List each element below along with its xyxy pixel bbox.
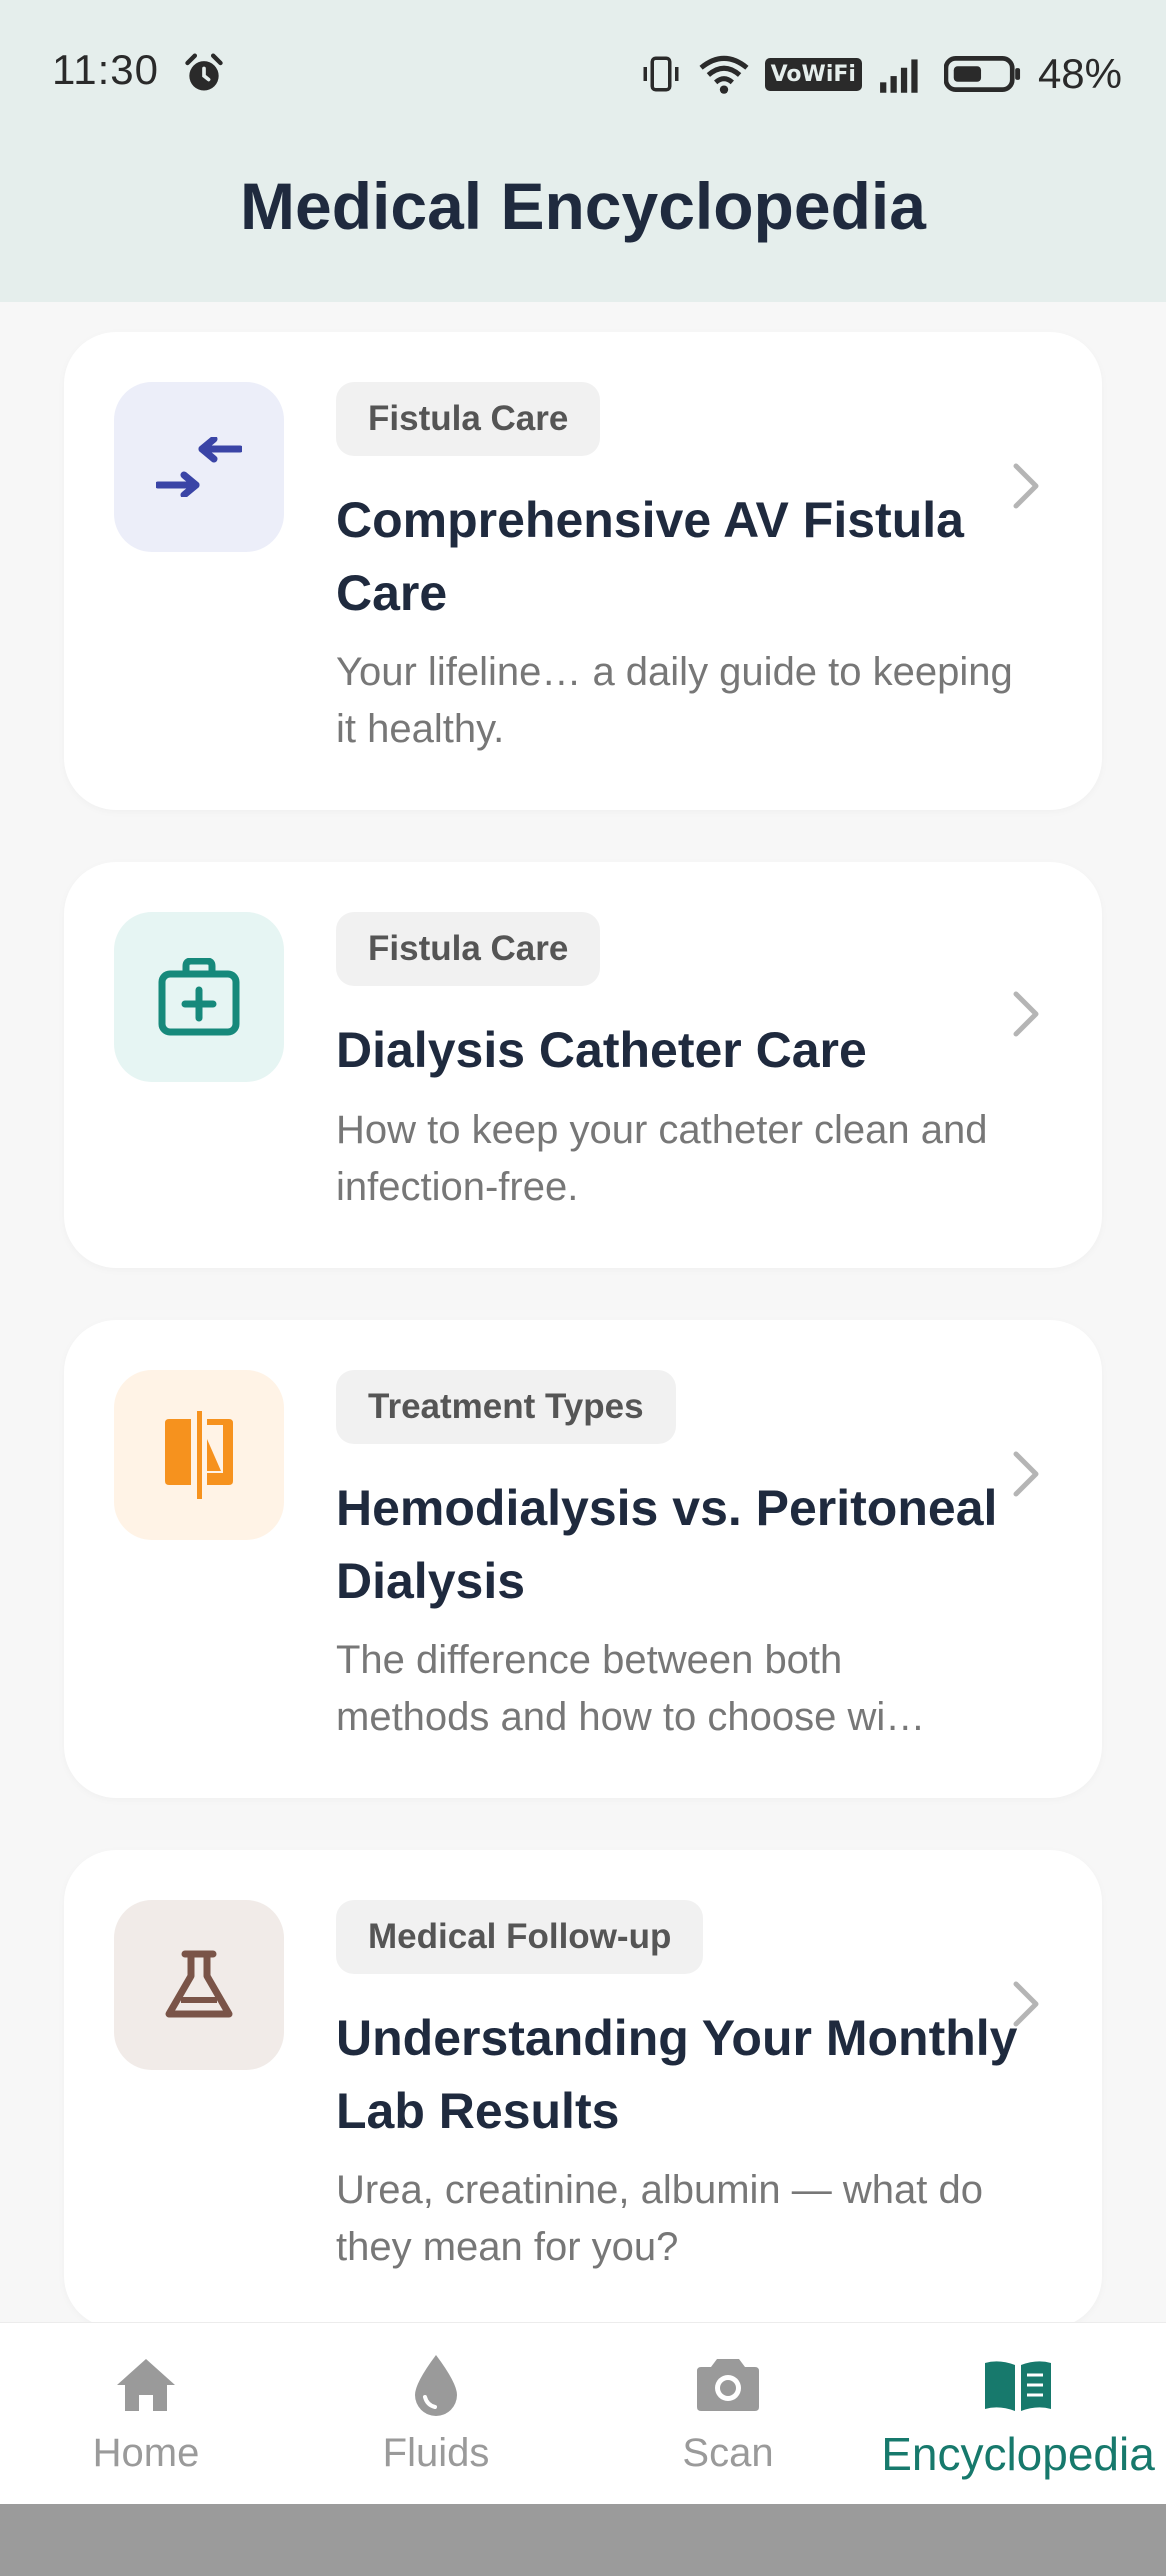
article-card-dialysis-types[interactable]: Treatment Types Hemodialysis vs. Periton… — [64, 1320, 1102, 1798]
article-title: Comprehensive AV Fistula Care — [336, 492, 964, 621]
article-card-av-fistula[interactable]: Fistula Care Comprehensive AV Fistula Ca… — [64, 332, 1102, 810]
article-description: Your lifeline… a daily guide to keeping … — [336, 650, 1013, 751]
nav-label: Scan — [682, 2431, 774, 2475]
nav-item-scan[interactable]: Scan — [638, 2323, 818, 2505]
article-description: The difference between both methods and … — [336, 1632, 1036, 1746]
article-title: Dialysis Catheter Care — [336, 1022, 867, 1078]
screen: 11:30 VoWiFi 48% Medical Encyclopedia Fi… — [0, 0, 1166, 2576]
header-area: 11:30 VoWiFi 48% Medical Encyclopedia — [0, 0, 1166, 302]
status-time: 11:30 — [52, 46, 159, 93]
nav-label: Home — [92, 2431, 200, 2475]
category-tag: Fistula Care — [336, 382, 601, 456]
category-tag: Medical Follow-up — [336, 1900, 704, 1974]
chevron-right-icon — [1013, 1451, 1039, 1497]
vowifi-badge: VoWiFi — [764, 57, 862, 91]
bottom-navigation: Home Fluids Scan Encyclopedia — [0, 2322, 1166, 2504]
battery-percent: 48% — [1037, 50, 1122, 97]
medical-kit-icon — [158, 958, 240, 1036]
article-card-lab-results[interactable]: Medical Follow-up Understanding Your Mon… — [64, 1850, 1102, 2328]
battery-icon — [943, 56, 1020, 92]
nav-item-encyclopedia[interactable]: Encyclopedia — [870, 2323, 1166, 2505]
camera-icon — [697, 2359, 759, 2411]
category-tag: Treatment Types — [336, 1370, 676, 1444]
card-icon-container — [114, 1900, 284, 2070]
signal-icon — [880, 59, 918, 93]
water-drop-icon — [415, 2355, 457, 2416]
category-tag: Fistula Care — [336, 912, 601, 986]
article-description: How to keep your catheter clean and infe… — [336, 1108, 988, 1209]
compress-arrows-icon — [156, 437, 242, 497]
article-title: Hemodialysis vs. Peritoneal Dialysis — [336, 1480, 998, 1609]
status-icons: VoWiFi 48% — [639, 46, 1122, 102]
home-icon — [117, 2359, 175, 2411]
vibrate-icon — [643, 56, 679, 92]
article-title: Understanding Your Monthly Lab Results — [336, 2010, 1018, 2139]
page-title: Medical Encyclopedia — [240, 169, 926, 243]
nav-item-fluids[interactable]: Fluids — [346, 2323, 526, 2505]
card-icon-container — [114, 912, 284, 1082]
nav-label: Fluids — [382, 2431, 490, 2475]
description-line: The difference between both — [336, 1638, 843, 1682]
card-icon-container — [114, 1370, 284, 1540]
compare-icon — [165, 1411, 233, 1499]
chevron-right-icon — [1013, 991, 1039, 1037]
nav-item-home[interactable]: Home — [56, 2323, 236, 2505]
alarm-icon — [185, 53, 223, 91]
chevron-right-icon — [1013, 1981, 1039, 2027]
article-description: Urea, creatinine, albumin — what do they… — [336, 2168, 983, 2269]
nav-label: Encyclopedia — [881, 2428, 1155, 2480]
card-icon-container — [114, 382, 284, 552]
flask-icon — [165, 1950, 233, 2018]
system-navigation-bar — [0, 2504, 1166, 2576]
chevron-right-icon — [1013, 463, 1039, 509]
description-line: methods and how to choose wi… — [336, 1695, 926, 1739]
book-icon — [985, 2361, 1051, 2411]
article-card-catheter[interactable]: Fistula Care Dialysis Catheter Care How … — [64, 862, 1102, 1268]
wifi-icon — [699, 55, 749, 94]
